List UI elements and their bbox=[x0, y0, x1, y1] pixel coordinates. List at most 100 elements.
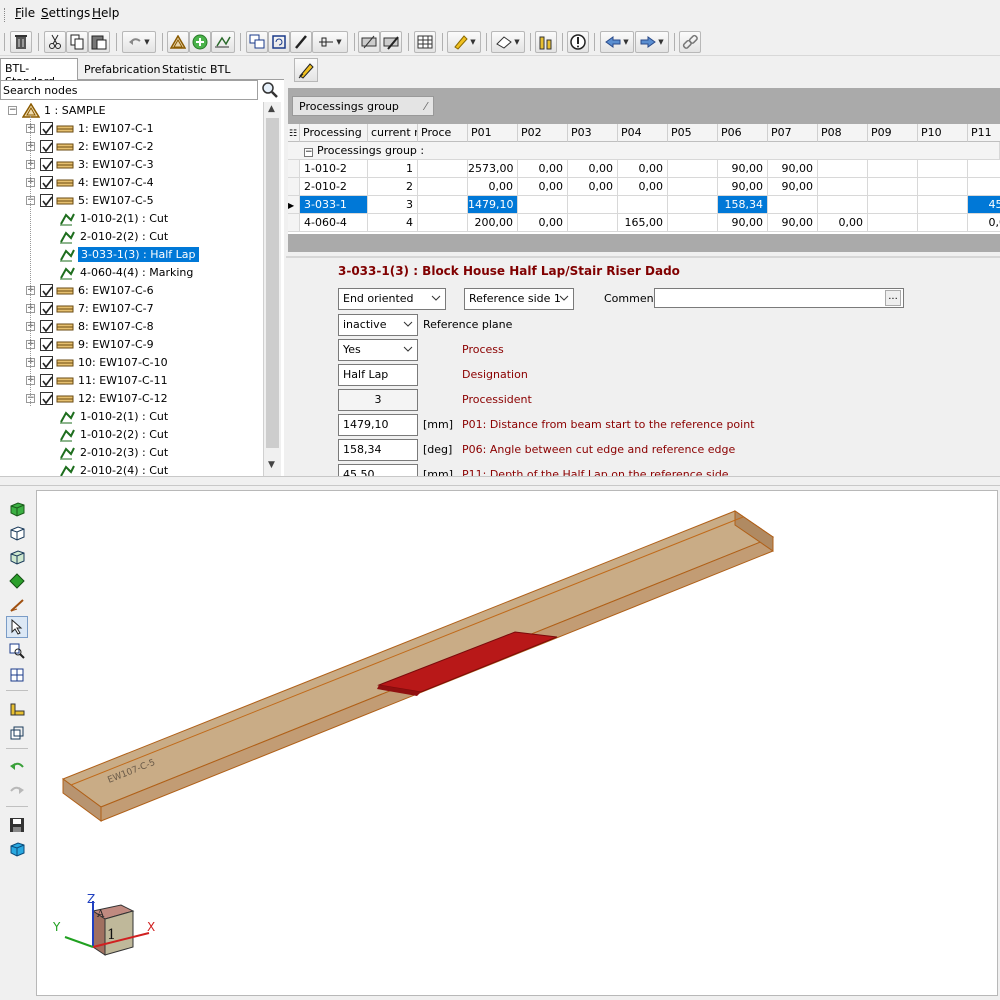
tree-part-node[interactable]: −12: EW107-C-12 bbox=[0, 390, 263, 408]
highlight-dropdown-button[interactable]: ▼ bbox=[447, 31, 481, 53]
menu-help[interactable]: Help bbox=[92, 6, 119, 20]
machine-edit-button[interactable] bbox=[380, 31, 402, 53]
designation-field[interactable]: Half Lap bbox=[338, 364, 418, 386]
p06-field[interactable]: 158,34 bbox=[338, 439, 418, 461]
undo-view-button[interactable] bbox=[6, 756, 28, 778]
edit-tool-button[interactable] bbox=[290, 31, 312, 53]
column-header[interactable]: P06 bbox=[718, 124, 768, 142]
table-cell[interactable] bbox=[418, 196, 468, 214]
info-button[interactable] bbox=[567, 31, 589, 53]
export-3d-button[interactable] bbox=[6, 838, 28, 860]
tree-part-node[interactable]: +9: EW107-C-9 bbox=[0, 336, 263, 354]
delete-button[interactable] bbox=[10, 31, 32, 53]
table-cell[interactable]: 90,00 bbox=[768, 160, 818, 178]
table-cell[interactable] bbox=[418, 178, 468, 196]
tree-part-node[interactable]: +2: EW107-C-2 bbox=[0, 138, 263, 156]
tree-processing-node[interactable]: 1-010-2(2) : Cut bbox=[0, 426, 263, 444]
column-header[interactable]: P02 bbox=[518, 124, 568, 142]
save-view-button[interactable] bbox=[6, 814, 28, 836]
back-dropdown-button[interactable]: ▼ bbox=[600, 31, 634, 53]
table-cell[interactable] bbox=[768, 196, 818, 214]
column-header[interactable]: P09 bbox=[868, 124, 918, 142]
undo-dropdown-button[interactable]: ▼ bbox=[122, 31, 156, 53]
tree-processing-node[interactable]: 3-033-1(3) : Half Lap bbox=[0, 246, 263, 264]
view-solid-button[interactable] bbox=[6, 498, 28, 520]
chart-button[interactable] bbox=[535, 31, 557, 53]
tab-btl-standard[interactable]: BTL-Standard bbox=[0, 58, 78, 88]
tab-statistic-btl-content[interactable]: Statistic BTL content bbox=[158, 61, 274, 89]
table-cell[interactable]: 2 bbox=[368, 178, 418, 196]
machine-button[interactable] bbox=[358, 31, 380, 53]
zoom-tool-button[interactable] bbox=[6, 640, 28, 662]
column-header[interactable]: Proce bbox=[418, 124, 468, 142]
table-cell[interactable]: 0,00 bbox=[568, 160, 618, 178]
tree-processing-node[interactable]: 2-010-2(3) : Cut bbox=[0, 444, 263, 462]
edit-processing-button[interactable] bbox=[294, 58, 318, 82]
table-cell[interactable] bbox=[968, 178, 1000, 196]
table-cell[interactable] bbox=[668, 214, 718, 232]
node-checkbox[interactable] bbox=[40, 338, 53, 351]
table-cell[interactable]: 0,00 bbox=[518, 160, 568, 178]
p01-field[interactable]: 1479,10 bbox=[338, 414, 418, 436]
horizontal-splitter[interactable] bbox=[0, 476, 1000, 486]
link-button[interactable] bbox=[679, 31, 701, 53]
table-cell[interactable] bbox=[818, 178, 868, 196]
table-cell[interactable] bbox=[618, 196, 668, 214]
table-cell[interactable] bbox=[868, 178, 918, 196]
menu-settings[interactable]: Settings bbox=[41, 6, 90, 20]
search-input[interactable] bbox=[0, 80, 258, 100]
3d-viewport[interactable]: EW107-C-5 A 1 Z X Y bbox=[36, 490, 998, 996]
refresh-view-button[interactable] bbox=[268, 31, 290, 53]
table-cell[interactable] bbox=[568, 214, 618, 232]
table-cell[interactable]: 165,00 bbox=[618, 214, 668, 232]
eraser-dropdown-button[interactable]: ▼ bbox=[491, 31, 525, 53]
reference-side-select[interactable]: Reference side 1 bbox=[464, 288, 574, 310]
node-checkbox[interactable] bbox=[40, 374, 53, 387]
table-cell[interactable] bbox=[818, 196, 868, 214]
column-header[interactable]: Processing bbox=[300, 124, 368, 142]
table-cell[interactable]: 0,00 bbox=[518, 178, 568, 196]
add-button[interactable] bbox=[189, 31, 211, 53]
reference-plane-select[interactable]: inactive bbox=[338, 314, 418, 336]
view-gem-button[interactable] bbox=[6, 570, 28, 592]
node-checkbox[interactable] bbox=[40, 176, 53, 189]
table-cell[interactable]: 0,00 bbox=[618, 178, 668, 196]
p11-field[interactable]: 45,50 bbox=[338, 464, 418, 476]
view-shaded-button[interactable] bbox=[6, 546, 28, 568]
column-header[interactable]: P11 bbox=[968, 124, 1000, 142]
table-cell[interactable] bbox=[868, 196, 918, 214]
table-cell[interactable]: 2-010-2 bbox=[300, 178, 368, 196]
node-checkbox[interactable] bbox=[40, 122, 53, 135]
tree-processing-node[interactable]: 1-010-2(1) : Cut bbox=[0, 210, 263, 228]
column-header[interactable]: P01 bbox=[468, 124, 518, 142]
measure-dropdown-button[interactable]: ▼ bbox=[312, 31, 348, 53]
processing-button[interactable] bbox=[211, 31, 235, 53]
table-cell[interactable]: 0,00 bbox=[568, 178, 618, 196]
tree-root[interactable]: − 1 : SAMPLE bbox=[0, 102, 263, 120]
table-cell[interactable] bbox=[918, 160, 968, 178]
box-view-button[interactable] bbox=[6, 722, 28, 744]
column-chooser[interactable]: ☷ bbox=[288, 124, 300, 142]
node-checkbox[interactable] bbox=[40, 158, 53, 171]
node-checkbox[interactable] bbox=[40, 392, 53, 405]
table-cell[interactable]: 1479,10 bbox=[468, 196, 518, 214]
column-header[interactable]: P10 bbox=[918, 124, 968, 142]
table-cell[interactable] bbox=[868, 214, 918, 232]
table-cell[interactable] bbox=[418, 160, 468, 178]
table-cell[interactable] bbox=[668, 178, 718, 196]
search-button[interactable] bbox=[258, 79, 282, 101]
tree-processing-node[interactable]: 1-010-2(1) : Cut bbox=[0, 408, 263, 426]
group-row[interactable]: − Processings group : bbox=[288, 142, 1000, 160]
tree-part-node[interactable]: +11: EW107-C-11 bbox=[0, 372, 263, 390]
tree-part-node[interactable]: +7: EW107-C-7 bbox=[0, 300, 263, 318]
window-button[interactable] bbox=[246, 31, 268, 53]
table-cell[interactable]: 90,00 bbox=[768, 214, 818, 232]
orientation-select[interactable]: End oriented bbox=[338, 288, 446, 310]
column-header[interactable]: current n bbox=[368, 124, 418, 142]
group-collapse-icon[interactable]: − bbox=[304, 148, 313, 157]
table-cell[interactable] bbox=[518, 196, 568, 214]
table-cell[interactable] bbox=[868, 160, 918, 178]
menu-file[interactable]: File bbox=[15, 6, 35, 20]
forward-dropdown-button[interactable]: ▼ bbox=[635, 31, 669, 53]
node-checkbox[interactable] bbox=[40, 284, 53, 297]
